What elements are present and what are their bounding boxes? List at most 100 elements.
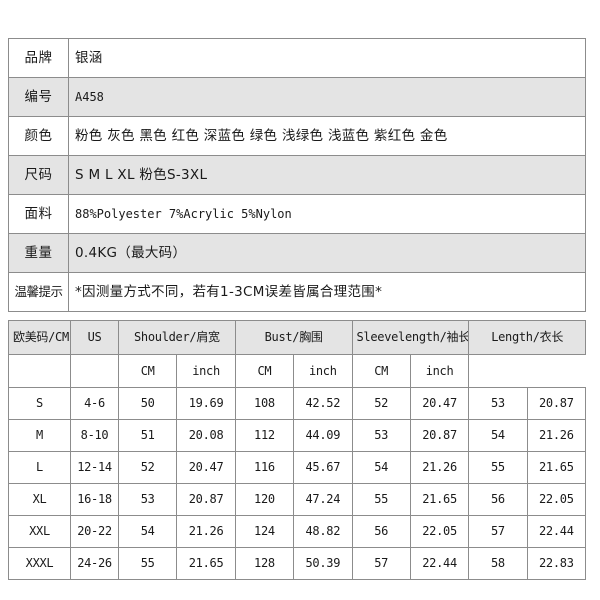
size-chart-cell: 112 bbox=[234, 419, 295, 452]
size-chart-wrapper: 欧美码/CM US Shoulder/肩宽 Bust/胸围 Sleevelength/袖… bbox=[8, 320, 587, 580]
spec-row-value: S M L XL 粉色S-3XL bbox=[68, 155, 586, 195]
spec-row-label: 品牌 bbox=[8, 38, 69, 78]
size-chart-unit-header: CM bbox=[117, 354, 178, 388]
size-chart-size-cell: M bbox=[8, 419, 71, 452]
size-chart-unit-header: inch bbox=[293, 354, 353, 388]
size-chart-cell: 54 bbox=[117, 515, 178, 548]
size-chart-cell: 120 bbox=[234, 483, 295, 516]
spec-row-value: 0.4KG（最大码） bbox=[68, 233, 586, 273]
size-chart-row: L 12-14 52 20.47 116 45.67 54 21.26 55 21.65 bbox=[8, 451, 587, 484]
size-chart-row: S 4-6 50 19.69 108 42.52 52 20.47 53 20.87 bbox=[8, 387, 587, 420]
size-chart-cell: 42.52 bbox=[293, 387, 353, 420]
spec-row-value: *因测量方式不同，若有1-3CM误差皆属合理范围* bbox=[68, 272, 586, 312]
size-chart-cell: 24-26 bbox=[70, 547, 119, 580]
size-chart-cell: 22.05 bbox=[526, 483, 587, 516]
size-chart-cell: 57 bbox=[468, 515, 528, 548]
size-chart-cell: 57 bbox=[351, 547, 411, 580]
size-chart-cell: 12-14 bbox=[70, 451, 119, 484]
size-chart-cell: 22.05 bbox=[409, 515, 470, 548]
size-chart-cell: 21.26 bbox=[176, 515, 236, 548]
spec-row-label: 编号 bbox=[8, 77, 69, 117]
size-chart-cell: 56 bbox=[468, 483, 528, 516]
size-chart-unit-header: inch bbox=[176, 354, 236, 388]
size-chart-cell: 45.67 bbox=[293, 451, 353, 484]
specification-table-body: 品牌 银涵 编号 A458 颜色 粉色 灰色 黑色 红色 深蓝色 绿色 浅绿色 浅蓝色 紫… bbox=[8, 38, 586, 312]
size-chart-cell: 21.26 bbox=[409, 451, 470, 484]
size-chart-size-cell: XL bbox=[8, 483, 71, 516]
size-chart-cell: 128 bbox=[234, 547, 295, 580]
spec-row: 面料 88%Polyester 7%Acrylic 5%Nylon bbox=[8, 194, 586, 234]
spec-row-label: 面料 bbox=[8, 194, 69, 234]
size-chart-size-cell: L bbox=[8, 451, 71, 484]
size-chart-cell: 50.39 bbox=[293, 547, 353, 580]
size-chart-unit-header: inch bbox=[409, 354, 470, 388]
size-chart-cell: 54 bbox=[351, 451, 411, 484]
size-chart-cell: 53 bbox=[117, 483, 178, 516]
size-chart-cell: 58 bbox=[468, 547, 528, 580]
size-chart-cell: 21.65 bbox=[176, 547, 236, 580]
size-chart-cell: 50 bbox=[117, 387, 178, 420]
size-chart-unit-header: CM bbox=[234, 354, 295, 388]
size-chart-cell: 16-18 bbox=[70, 483, 119, 516]
size-chart-cell: 108 bbox=[234, 387, 295, 420]
size-chart-row: XL 16-18 53 20.87 120 47.24 55 21.65 56 22.05 bbox=[8, 483, 587, 516]
size-chart-cell: 116 bbox=[234, 451, 295, 484]
size-chart-table-body: 欧美码/CM US Shoulder/肩宽 Bust/胸围 Sleevelength/袖… bbox=[8, 320, 587, 580]
size-chart-cell: 20.87 bbox=[409, 419, 470, 452]
size-chart-unit-header: CM bbox=[351, 354, 411, 388]
size-chart-group-header: 欧美码/CM bbox=[8, 320, 71, 355]
size-chart-cell: 52 bbox=[351, 387, 411, 420]
size-chart-unit-header bbox=[70, 354, 119, 388]
size-chart-cell: 21.65 bbox=[526, 451, 587, 484]
size-chart-cell: 56 bbox=[351, 515, 411, 548]
product-spec-sheet: 品牌 银涵 编号 A458 颜色 粉色 灰色 黑色 红色 深蓝色 绿色 浅绿色 浅蓝色 紫… bbox=[0, 0, 600, 600]
size-chart-cell: 53 bbox=[351, 419, 411, 452]
size-chart-cell: 53 bbox=[468, 387, 528, 420]
size-chart-group-header: Bust/胸围 bbox=[234, 320, 353, 355]
size-chart-unit-header bbox=[8, 354, 71, 388]
size-chart-table: 欧美码/CM US Shoulder/肩宽 Bust/胸围 Sleevelength/袖… bbox=[8, 320, 587, 580]
size-chart-cell: 22.44 bbox=[526, 515, 587, 548]
size-chart-cell: 44.09 bbox=[293, 419, 353, 452]
size-chart-row: XXXL 24-26 55 21.65 128 50.39 57 22.44 58 22.83 bbox=[8, 547, 587, 580]
spec-row-label: 尺码 bbox=[8, 155, 69, 195]
size-chart-cell: 22.83 bbox=[526, 547, 587, 580]
size-chart-cell: 20.08 bbox=[176, 419, 236, 452]
size-chart-cell: 22.44 bbox=[409, 547, 470, 580]
size-chart-row: XXL 20-22 54 21.26 124 48.82 56 22.05 57 22.44 bbox=[8, 515, 587, 548]
spec-row-label: 温馨提示 bbox=[8, 272, 69, 312]
size-chart-group-header: Length/衣长 bbox=[468, 320, 586, 355]
size-chart-size-cell: S bbox=[8, 387, 71, 420]
spec-row-label: 重量 bbox=[8, 233, 69, 273]
size-chart-cell: 21.65 bbox=[409, 483, 470, 516]
size-chart-cell: 19.69 bbox=[176, 387, 236, 420]
spec-row-value: 粉色 灰色 黑色 红色 深蓝色 绿色 浅绿色 浅蓝色 紫红色 金色 bbox=[68, 116, 586, 156]
size-chart-cell: 55 bbox=[117, 547, 178, 580]
specification-table: 品牌 银涵 编号 A458 颜色 粉色 灰色 黑色 红色 深蓝色 绿色 浅绿色 浅蓝色 紫… bbox=[8, 38, 586, 312]
size-chart-cell: 55 bbox=[351, 483, 411, 516]
size-chart-cell: 8-10 bbox=[70, 419, 119, 452]
size-chart-cell: 20.47 bbox=[176, 451, 236, 484]
spec-row: 温馨提示 *因测量方式不同，若有1-3CM误差皆属合理范围* bbox=[8, 272, 586, 312]
spec-row: 重量 0.4KG（最大码） bbox=[8, 233, 586, 273]
size-chart-group-header: Sleevelength/袖长 bbox=[351, 320, 470, 355]
size-chart-cell: 20-22 bbox=[70, 515, 119, 548]
size-chart-size-cell: XXL bbox=[8, 515, 71, 548]
size-chart-cell: 55 bbox=[468, 451, 528, 484]
spec-row: 编号 A458 bbox=[8, 77, 586, 117]
spec-row-value: A458 bbox=[68, 77, 586, 117]
size-chart-cell: 48.82 bbox=[293, 515, 353, 548]
size-chart-row: M 8-10 51 20.08 112 44.09 53 20.87 54 21.26 bbox=[8, 419, 587, 452]
size-chart-cell: 47.24 bbox=[293, 483, 353, 516]
size-chart-cell: 52 bbox=[117, 451, 178, 484]
spec-row: 品牌 银涵 bbox=[8, 38, 586, 78]
size-chart-cell: 51 bbox=[117, 419, 178, 452]
size-chart-cell: 20.87 bbox=[176, 483, 236, 516]
size-chart-cell: 124 bbox=[234, 515, 295, 548]
size-chart-cell: 21.26 bbox=[526, 419, 587, 452]
size-chart-size-cell: XXXL bbox=[8, 547, 71, 580]
spec-row-value: 银涵 bbox=[68, 38, 586, 78]
spec-row-value: 88%Polyester 7%Acrylic 5%Nylon bbox=[68, 194, 586, 234]
size-chart-cell: 20.47 bbox=[409, 387, 470, 420]
size-chart-group-header: US bbox=[70, 320, 119, 355]
